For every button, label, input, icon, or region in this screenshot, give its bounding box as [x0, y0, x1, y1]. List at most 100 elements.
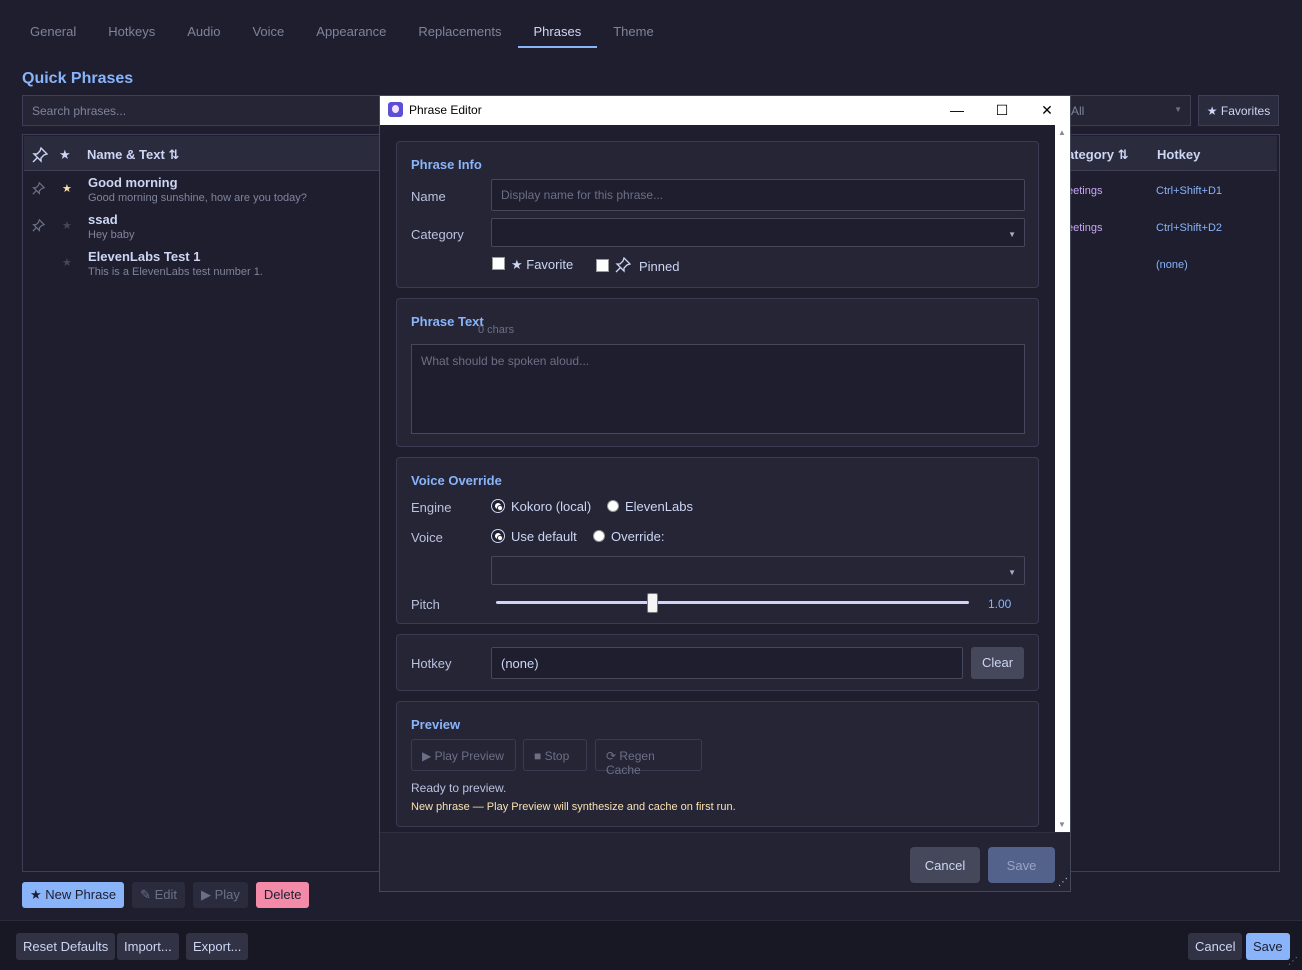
dialog-body: Phrase Info Name Display name for this p… — [380, 125, 1054, 832]
category-label: Category — [411, 227, 464, 242]
phrase-name: Good morning — [88, 175, 178, 190]
phrase-info-group: Phrase Info Name Display name for this p… — [396, 141, 1039, 288]
resize-grip-icon[interactable]: ⋰ — [1058, 877, 1068, 888]
pitch-slider-track[interactable] — [496, 601, 969, 604]
hotkey-field[interactable]: (none) — [491, 647, 963, 679]
dialog-cancel-button[interactable]: Cancel — [910, 847, 980, 883]
dialog-titlebar[interactable]: Phrase Editor — ☐ ✕ — [380, 96, 1070, 125]
phrase-text-area[interactable]: What should be spoken aloud... — [411, 344, 1025, 434]
name-field[interactable]: Display name for this phrase... — [491, 179, 1025, 211]
char-count: 0 chars — [478, 324, 515, 336]
new-phrase-button[interactable]: ★ New Phrase — [22, 882, 125, 908]
tab-audio[interactable]: Audio — [171, 14, 236, 48]
pin-column-header[interactable] — [32, 146, 49, 166]
voice-label: Voice — [411, 530, 443, 545]
category-column-header[interactable]: ategory ⇅ — [1067, 147, 1128, 163]
app-icon — [388, 102, 403, 117]
scrollbar-thumb[interactable] — [1055, 145, 1070, 810]
tab-voice[interactable]: Voice — [236, 14, 300, 48]
dialog-save-button[interactable]: Save — [988, 847, 1055, 883]
import-button[interactable]: Import... — [117, 933, 179, 960]
resize-grip-icon[interactable]: ⋰ — [1288, 956, 1298, 967]
phrase-text-group: Phrase Text 0 chars What should be spoke… — [396, 298, 1039, 447]
maximize-button[interactable]: ☐ — [979, 96, 1025, 125]
favorites-filter-button[interactable]: ★ Favorites — [1198, 95, 1279, 126]
voice-default-radio[interactable] — [492, 530, 504, 542]
close-button[interactable]: ✕ — [1024, 96, 1070, 125]
favorite-star-icon[interactable]: ★ — [62, 182, 72, 195]
voice-override-title: Voice Override — [411, 473, 502, 488]
preview-title: Preview — [411, 717, 461, 732]
pin-icon — [32, 146, 49, 163]
phrase-text: This is a ElevenLabs test number 1. — [88, 266, 263, 278]
favorite-label: ★ Favorite — [511, 257, 574, 272]
hotkey-label: Hotkey — [411, 656, 452, 671]
favorite-checkbox[interactable] — [492, 257, 505, 270]
search-input[interactable]: Search phrases... — [22, 95, 382, 126]
scroll-up-icon[interactable]: ▲ — [1058, 128, 1066, 137]
category-select[interactable]: ▼ — [491, 218, 1025, 247]
play-button[interactable]: ▶ Play — [192, 882, 248, 908]
pin-icon — [615, 256, 632, 276]
pitch-label: Pitch — [411, 597, 440, 612]
name-column-header[interactable]: Name & Text ⇅ — [87, 147, 179, 163]
voice-override-group: Voice Override Engine Kokoro (local) Ele… — [396, 457, 1039, 624]
cancel-button[interactable]: Cancel — [1188, 933, 1243, 960]
phrase-hotkey: Ctrl+Shift+D2 — [1156, 222, 1223, 234]
settings-tabs: General Hotkeys Audio Voice Appearance R… — [14, 14, 670, 50]
voice-override-radio[interactable] — [593, 530, 605, 542]
delete-button[interactable]: Delete — [255, 882, 310, 908]
engine-elevenlabs-radio[interactable] — [607, 500, 619, 512]
favorite-star-icon[interactable]: ★ — [62, 256, 72, 269]
engine-kokoro-radio[interactable] — [492, 500, 504, 512]
voice-select[interactable]: ▼ — [491, 556, 1025, 585]
tab-replacements[interactable]: Replacements — [402, 14, 517, 48]
phrase-actions: ★ New Phrase ✎ Edit ▶ Play Delete — [22, 882, 310, 908]
reset-defaults-button[interactable]: Reset Defaults — [16, 933, 116, 960]
favorite-star-icon[interactable]: ★ — [62, 219, 72, 232]
pitch-value: 1.00 — [988, 597, 1012, 611]
phrase-editor-dialog: Phrase Editor — ☐ ✕ Phrase Info Name Dis… — [379, 95, 1071, 892]
stop-button[interactable]: ■ Stop — [523, 739, 587, 771]
preview-note: New phrase — Play Preview will synthesiz… — [411, 801, 736, 813]
phrase-category: eetings — [1067, 185, 1103, 197]
play-preview-button[interactable]: ▶ Play Preview — [411, 739, 516, 771]
chevron-down-icon: ▼ — [1008, 568, 1016, 577]
phrase-hotkey: (none) — [1156, 259, 1188, 271]
pitch-slider-handle[interactable] — [646, 593, 658, 613]
tab-phrases[interactable]: Phrases — [517, 14, 598, 48]
tab-appearance[interactable]: Appearance — [300, 14, 402, 48]
pinned-checkbox[interactable] — [596, 259, 609, 272]
tab-hotkeys[interactable]: Hotkeys — [92, 14, 171, 48]
regen-cache-button[interactable]: ⟳ Regen Cache — [595, 739, 702, 777]
category-filter-select[interactable]: All ▼ — [1064, 95, 1191, 126]
edit-button[interactable]: ✎ Edit — [132, 882, 185, 908]
chevron-down-icon: ▼ — [1008, 230, 1016, 239]
clear-hotkey-button[interactable]: Clear — [971, 647, 1024, 679]
engine-label: Engine — [411, 500, 452, 515]
phrase-hotkey: Ctrl+Shift+D1 — [1156, 185, 1223, 197]
tab-general[interactable]: General — [14, 14, 92, 48]
minimize-button[interactable]: — — [934, 96, 980, 125]
phrase-text: Good morning sunshine, how are you today… — [88, 192, 307, 204]
dialog-footer: Cancel Save ⋰ — [380, 832, 1070, 891]
phrase-info-title: Phrase Info — [411, 157, 482, 172]
category-filter-value: All — [1071, 104, 1085, 118]
hotkey-column-header[interactable]: Hotkey — [1157, 147, 1200, 162]
preview-status: Ready to preview. — [411, 781, 507, 795]
tab-theme[interactable]: Theme — [597, 14, 669, 48]
star-column-header[interactable]: ★ — [59, 147, 71, 163]
scroll-down-icon[interactable]: ▼ — [1058, 820, 1066, 829]
pinned-label: Pinned — [639, 259, 680, 274]
dialog-scrollbar[interactable]: ▲ ▼ — [1055, 125, 1070, 832]
pin-icon[interactable] — [32, 218, 46, 235]
name-label: Name — [411, 189, 446, 204]
pin-icon[interactable] — [32, 181, 46, 198]
preview-group: Preview ▶ Play Preview ■ Stop ⟳ Regen Ca… — [396, 701, 1039, 827]
engine-elevenlabs-label: ElevenLabs — [625, 499, 693, 514]
settings-footer: Reset Defaults Import... Export... Cance… — [0, 920, 1302, 970]
export-button[interactable]: Export... — [186, 933, 249, 960]
save-button[interactable]: Save — [1246, 933, 1290, 960]
chevron-down-icon: ▼ — [1174, 105, 1182, 114]
phrase-name: ElevenLabs Test 1 — [88, 249, 201, 264]
